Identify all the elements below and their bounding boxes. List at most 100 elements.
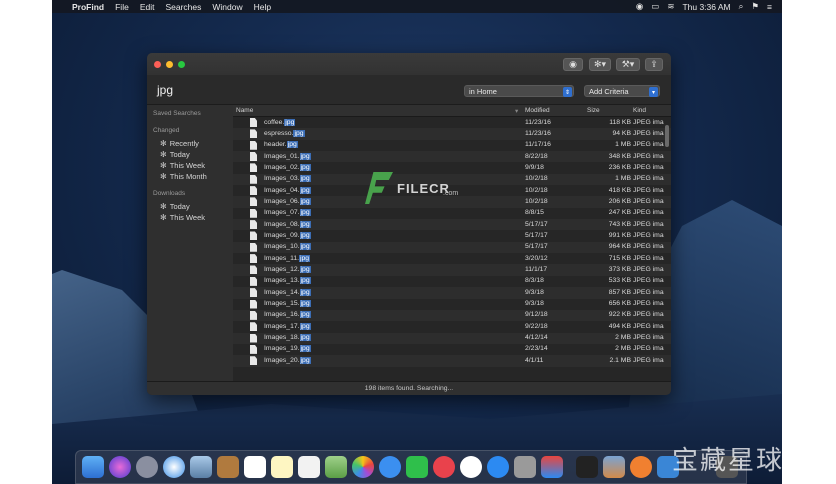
preview-eye-button[interactable]: ◉	[563, 58, 583, 71]
cell-modified: 5/17/17	[525, 243, 548, 251]
news-icon[interactable]	[433, 456, 455, 478]
screen-icon[interactable]: ▭	[651, 1, 659, 12]
cell-kind: JPEG ima	[633, 118, 664, 126]
search-query-field[interactable]: jpg	[157, 83, 173, 97]
safari-icon[interactable]	[163, 456, 185, 478]
column-modified[interactable]: Modified	[525, 107, 550, 114]
sidebar-item-changed-today[interactable]: ✻ Today	[160, 150, 190, 159]
minimize-button[interactable]	[166, 60, 173, 68]
profind-window: ◉ ✻▾ ⚒▾ ⇪ jpg in Home ⇕ Add Criteria ▾ S…	[147, 53, 671, 395]
facetime-icon[interactable]	[406, 456, 428, 478]
cell-modified: 9/9/18	[525, 163, 544, 171]
terminal-icon[interactable]	[576, 456, 598, 478]
column-kind[interactable]: Kind	[633, 107, 646, 114]
table-row[interactable]: Images_10.jpg 5/17/17 964 KB JPEG ima	[233, 241, 671, 254]
search-icon[interactable]: ⌕	[739, 1, 744, 12]
finder-icon[interactable]	[82, 456, 104, 478]
table-row[interactable]: Images_08.jpg 5/17/17 743 KB JPEG ima	[233, 219, 671, 231]
preview-icon[interactable]	[603, 456, 625, 478]
sidebar-item-changed-recently[interactable]: ✻ Recently	[160, 139, 199, 148]
sidebar-item-downloads-this-week[interactable]: ✻ This Week	[160, 213, 205, 222]
zoom-button[interactable]	[178, 60, 185, 68]
table-row[interactable]: Images_15.jpg 9/3/18 656 KB JPEG ima	[233, 299, 671, 310]
app-store-icon[interactable]	[487, 456, 509, 478]
table-row[interactable]: Images_17.jpg 9/22/18 494 KB JPEG ima	[233, 321, 671, 332]
settings-button[interactable]: ✻▾	[589, 58, 611, 71]
sidebar-item-label: Recently	[169, 139, 199, 148]
scrollbar[interactable]	[665, 125, 669, 147]
table-row[interactable]: Images_01.jpg 8/22/18 348 KB JPEG ima	[233, 151, 671, 163]
sidebar-item-changed-this-week[interactable]: ✻ This Week	[160, 161, 205, 170]
tools-button[interactable]: ⚒▾	[616, 58, 640, 71]
cell-size: 922 KB	[608, 311, 631, 319]
cell-kind: JPEG ima	[633, 209, 664, 217]
name-base: Images_08.	[264, 220, 300, 228]
cell-kind: JPEG ima	[633, 152, 664, 160]
cell-modified: 8/8/15	[525, 209, 544, 217]
calendar-icon[interactable]	[244, 456, 266, 478]
table-row[interactable]: header.jpg 11/17/16 1 MB JPEG ima	[233, 140, 671, 151]
table-row[interactable]: Images_16.jpg 9/12/18 922 KB JPEG ima	[233, 309, 671, 322]
flag-icon[interactable]: ⚑	[751, 1, 759, 12]
cell-name: Images_06.jpg	[264, 197, 311, 205]
sidebar-item-downloads-today[interactable]: ✻ Today	[160, 202, 190, 211]
scope-dropdown[interactable]: in Home ⇕	[464, 85, 574, 97]
menu-help[interactable]: Help	[254, 2, 271, 12]
menu-window[interactable]: Window	[212, 2, 242, 12]
table-row[interactable]: Images_02.jpg 9/9/18 236 KB JPEG ima	[233, 162, 671, 173]
reminders-icon[interactable]	[298, 456, 320, 478]
column-size[interactable]: Size	[587, 107, 600, 114]
table-row[interactable]: Images_18.jpg 4/12/14 2 MB JPEG ima	[233, 332, 671, 344]
table-row[interactable]: Images_19.jpg 2/23/14 2 MB JPEG ima	[233, 344, 671, 355]
cell-name: Images_08.jpg	[264, 220, 311, 228]
name-match-highlight: jpg	[299, 277, 311, 285]
table-row[interactable]: Images_03.jpg 10/2/18 1 MB JPEG ima	[233, 173, 671, 186]
siri-icon[interactable]	[109, 456, 131, 478]
launchpad-icon[interactable]	[136, 456, 158, 478]
menu-file[interactable]: File	[115, 2, 129, 12]
close-button[interactable]	[154, 60, 161, 68]
clock[interactable]: Thu 3:36 AM	[682, 2, 730, 12]
cell-size: 533 KB	[608, 277, 631, 285]
add-criteria-dropdown[interactable]: Add Criteria ▾	[584, 85, 660, 97]
title-bar: ◉ ✻▾ ⚒▾ ⇪	[147, 53, 671, 75]
cell-size: 236 KB	[608, 163, 631, 171]
name-base: header.	[264, 141, 287, 149]
share-button[interactable]: ⇪	[645, 58, 663, 71]
table-row[interactable]: Images_09.jpg 5/17/17 991 KB JPEG ima	[233, 230, 671, 241]
magnet-icon[interactable]	[541, 456, 563, 478]
gear-icon: ✻	[160, 150, 167, 159]
table-row[interactable]: coffee.jpg 11/23/16 118 KB JPEG ima	[233, 117, 671, 128]
notes-icon[interactable]	[271, 456, 293, 478]
contacts-icon[interactable]	[217, 456, 239, 478]
menu-searches[interactable]: Searches	[165, 2, 201, 12]
menu-edit[interactable]: Edit	[140, 2, 155, 12]
file-icon	[250, 344, 257, 354]
table-row[interactable]: Images_07.jpg 8/8/15 247 KB JPEG ima	[233, 208, 671, 219]
table-row[interactable]: Images_11.jpg 3/20/12 715 KB JPEG ima	[233, 253, 671, 264]
scope-label: in Home	[469, 86, 497, 96]
maps-icon[interactable]	[325, 456, 347, 478]
status-icon[interactable]: ◉	[636, 1, 643, 12]
profind-dock-icon[interactable]	[630, 456, 652, 478]
wifi-icon[interactable]: ≋	[667, 1, 674, 12]
table-row[interactable]: Images_12.jpg 11/1/17 373 KB JPEG ima	[233, 264, 671, 276]
menu-icon[interactable]: ≡	[767, 2, 772, 12]
table-row[interactable]: Images_06.jpg 10/2/18 206 KB JPEG ima	[233, 196, 671, 208]
cell-name: Images_17.jpg	[264, 322, 311, 330]
messages-icon[interactable]	[379, 456, 401, 478]
menu-app-name[interactable]: ProFind	[72, 2, 104, 12]
photo-slideshow-icon[interactable]	[190, 456, 212, 478]
table-row[interactable]: Images_14.jpg 9/3/18 857 KB JPEG ima	[233, 287, 671, 299]
table-row[interactable]: Images_20.jpg 4/1/11 2.1 MB JPEG ima	[233, 355, 671, 367]
cell-modified: 11/17/16	[525, 141, 551, 149]
photos-icon[interactable]	[352, 456, 374, 478]
column-name[interactable]: Name	[236, 107, 253, 114]
table-row[interactable]: espresso.jpg 11/23/16 94 KB JPEG ima	[233, 128, 671, 140]
table-row[interactable]: Images_13.jpg 8/3/18 533 KB JPEG ima	[233, 276, 671, 287]
name-match-highlight: jpg	[299, 175, 311, 183]
music-icon[interactable]	[460, 456, 482, 478]
file-icon	[250, 220, 257, 230]
system-preferences-icon[interactable]	[514, 456, 536, 478]
sidebar-item-changed-this-month[interactable]: ✻ This Month	[160, 172, 207, 181]
